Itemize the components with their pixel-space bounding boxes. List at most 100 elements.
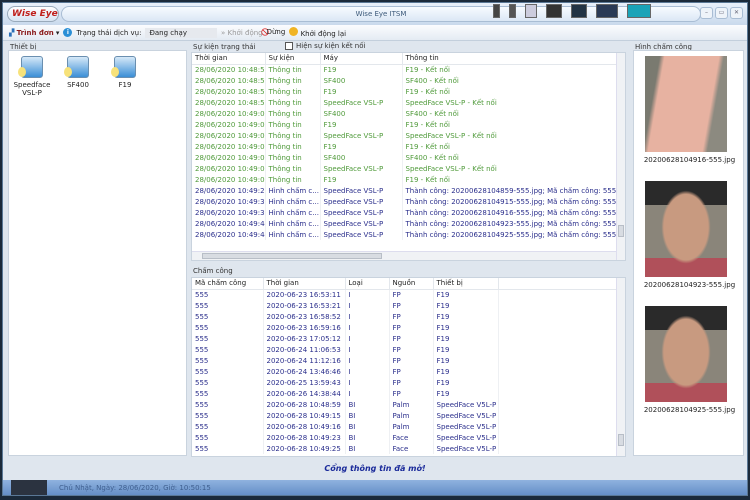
device-item[interactable]: SF400	[58, 56, 98, 89]
table-cell: I	[345, 355, 390, 366]
start-button[interactable]: » Khởi động	[221, 29, 263, 37]
table-row[interactable]: 555 2020-06-23 16:59:16 I FP F19	[192, 322, 618, 333]
table-row[interactable]: 28/06/2020 10:49:03 Thông tin SpeedFace VS…	[192, 130, 619, 141]
column-header[interactable]: Thông tin	[402, 53, 619, 65]
table-row[interactable]: 555 2020-06-25 13:59:43 I FP F19	[192, 377, 618, 388]
restart-button[interactable]: Khởi động lại	[289, 27, 346, 38]
table-cell: 555	[192, 399, 264, 410]
device-thumbnail-icon	[546, 4, 562, 18]
stop-button[interactable]: ⃠Dừng	[267, 28, 286, 37]
table-cell-filler	[498, 289, 618, 300]
table-row[interactable]: 555 2020-06-23 17:05:12 I FP F19	[192, 333, 618, 344]
table-cell: 2020-06-28 10:49:23	[263, 432, 346, 443]
table-cell: 555	[192, 333, 264, 344]
info-icon[interactable]: i	[63, 28, 73, 37]
table-cell: SpeedFace VSL-P - Kết nối	[402, 130, 619, 141]
menu-button[interactable]: ▞ Trình đơn ▾	[9, 29, 59, 37]
table-row[interactable]: 555 2020-06-28 10:49:15 BI Palm SpeedFace V5…	[192, 410, 618, 421]
column-header[interactable]: Thời gian	[263, 278, 346, 290]
table-row[interactable]: 28/06/2020 10:48:55 Thông tin SF400 SF400 -…	[192, 75, 619, 86]
column-header[interactable]: Thiết bị	[433, 278, 499, 290]
face-photo[interactable]	[645, 181, 727, 277]
table-row[interactable]: 28/06/2020 10:49:35 Hình chấm c... SpeedFa…	[192, 196, 619, 207]
table-cell-filler	[498, 355, 618, 366]
app-logo: Wise Eye	[7, 6, 59, 22]
table-row[interactable]: 28/06/2020 10:49:35 Hình chấm c... SpeedFa…	[192, 207, 619, 218]
table-row[interactable]: 555 2020-06-24 11:06:53 I FP F19	[192, 344, 618, 355]
table-cell: 555	[192, 443, 264, 454]
table-row[interactable]: 555 2020-06-28 10:48:59 BI Palm SpeedFace V5…	[192, 399, 618, 410]
table-row[interactable]: 555 2020-06-28 10:49:25 BI Face SpeedFace V5…	[192, 443, 618, 454]
menu-icon: ▞	[9, 28, 15, 37]
attendance-vertical-scrollbar[interactable]	[616, 278, 625, 456]
table-row[interactable]: 28/06/2020 10:49:01 Thông tin F19 F19 - Kết…	[192, 119, 619, 130]
table-row[interactable]: 28/06/2020 10:49:05 Thông tin F19 F19 - Kết…	[192, 141, 619, 152]
table-cell: Hình chấm c...	[265, 218, 321, 229]
photo-caption: 20200628104925-555.jpg	[643, 406, 736, 414]
table-cell: Thông tin	[265, 75, 321, 86]
attendance-title: Chấm công	[193, 267, 233, 275]
column-header[interactable]: Loại	[345, 278, 390, 290]
table-row[interactable]: 555 2020-06-28 10:49:23 BI Face SpeedFace V5…	[192, 432, 618, 443]
table-cell: 28/06/2020 10:48:57	[192, 86, 266, 97]
table-row[interactable]: 555 2020-06-26 14:38:44 I FP F19	[192, 388, 618, 399]
table-cell: 2020-06-24 13:46:46	[263, 366, 346, 377]
table-cell: 28/06/2020 10:49:44	[192, 229, 266, 240]
table-row[interactable]: 28/06/2020 10:49:44 Hình chấm c... SpeedFa…	[192, 229, 619, 240]
table-cell: SpeedFace VSL-P - Kết nối	[402, 97, 619, 108]
table-cell: 2020-06-28 10:49:25	[263, 443, 346, 454]
table-row[interactable]: 555 2020-06-23 16:53:21 I FP F19	[192, 300, 618, 311]
table-row[interactable]: 28/06/2020 10:48:57 Thông tin F19 F19 - Kết…	[192, 86, 619, 97]
minimize-icon[interactable]: –	[700, 7, 713, 19]
device-thumbnail-icon	[596, 4, 618, 18]
table-cell: FP	[389, 289, 434, 300]
device-thumbnail-icon	[627, 4, 651, 18]
table-cell: Thành công: 20200628104923-555.jpg; Mã c…	[402, 218, 619, 229]
table-row[interactable]: 555 2020-06-23 16:58:52 I FP F19	[192, 311, 618, 322]
table-row[interactable]: 555 2020-06-24 13:46:46 I FP F19	[192, 366, 618, 377]
events-grid: Thời gian Sự kiện Máy Thông tin 28/06/2020 …	[191, 52, 626, 261]
column-header[interactable]: Thời gian	[192, 53, 266, 65]
table-row[interactable]: 555 2020-06-24 11:12:16 I FP F19	[192, 355, 618, 366]
maximize-icon[interactable]: ▭	[715, 7, 728, 19]
table-cell: F19 - Kết nối	[402, 141, 619, 152]
table-cell-filler	[498, 432, 618, 443]
table-cell: Palm	[389, 410, 434, 421]
table-cell: 555	[192, 432, 264, 443]
events-vertical-scrollbar[interactable]	[616, 53, 625, 260]
table-cell: I	[345, 322, 390, 333]
table-cell-filler	[498, 366, 618, 377]
show-connection-events-checkbox[interactable]: Hiện sự kiện kết nối	[285, 42, 365, 50]
column-header[interactable]: Sự kiện	[265, 53, 321, 65]
table-cell: F19	[320, 119, 403, 130]
palm-photo[interactable]	[645, 56, 727, 152]
table-cell-filler	[498, 399, 618, 410]
table-row[interactable]: 28/06/2020 10:49:00 Thông tin SF400 SF400 -…	[192, 108, 619, 119]
table-row[interactable]: 28/06/2020 10:49:07 Thông tin SF400 SF400 -…	[192, 152, 619, 163]
table-cell: F19	[433, 333, 499, 344]
column-header[interactable]: Mã chấm công	[192, 278, 264, 290]
table-row[interactable]: 28/06/2020 10:49:20 Hình chấm c... SpeedFa…	[192, 185, 619, 196]
table-row[interactable]: 28/06/2020 10:48:57 Thông tin SpeedFace VS…	[192, 97, 619, 108]
table-cell: 2020-06-23 16:58:52	[263, 311, 346, 322]
events-horizontal-scrollbar[interactable]	[192, 251, 616, 260]
close-icon[interactable]: ✕	[730, 7, 743, 19]
table-cell: BI	[345, 410, 390, 421]
face-photo[interactable]	[645, 306, 727, 402]
table-cell: Thành công: 20200628104925-555.jpg; Mã c…	[402, 229, 619, 240]
column-header[interactable]: Nguồn	[389, 278, 434, 290]
table-cell: SF400 - Kết nối	[402, 152, 619, 163]
device-item[interactable]: F19	[105, 56, 145, 89]
table-row[interactable]: 555 2020-06-28 10:49:16 BI Palm SpeedFace V5…	[192, 421, 618, 432]
table-row[interactable]: 28/06/2020 10:49:44 Hình chấm c... SpeedFa…	[192, 218, 619, 229]
table-row[interactable]: 28/06/2020 10:48:53 Thông tin F19 F19 - Kết…	[192, 64, 619, 75]
table-cell: FP	[389, 377, 434, 388]
table-row[interactable]: 28/06/2020 10:49:07 Thông tin SpeedFace VS…	[192, 163, 619, 174]
table-row[interactable]: 28/06/2020 10:49:09 Thông tin F19 F19 - Kết…	[192, 174, 619, 185]
table-cell: SpeedFace VSL-P	[320, 207, 403, 218]
device-item[interactable]: Speedface VSL-P	[12, 56, 52, 97]
table-cell: 28/06/2020 10:49:00	[192, 108, 266, 119]
column-header[interactable]: Máy	[320, 53, 403, 65]
table-row[interactable]: 555 2020-06-23 16:53:11 I FP F19	[192, 289, 618, 300]
table-cell: 2020-06-25 13:59:43	[263, 377, 346, 388]
